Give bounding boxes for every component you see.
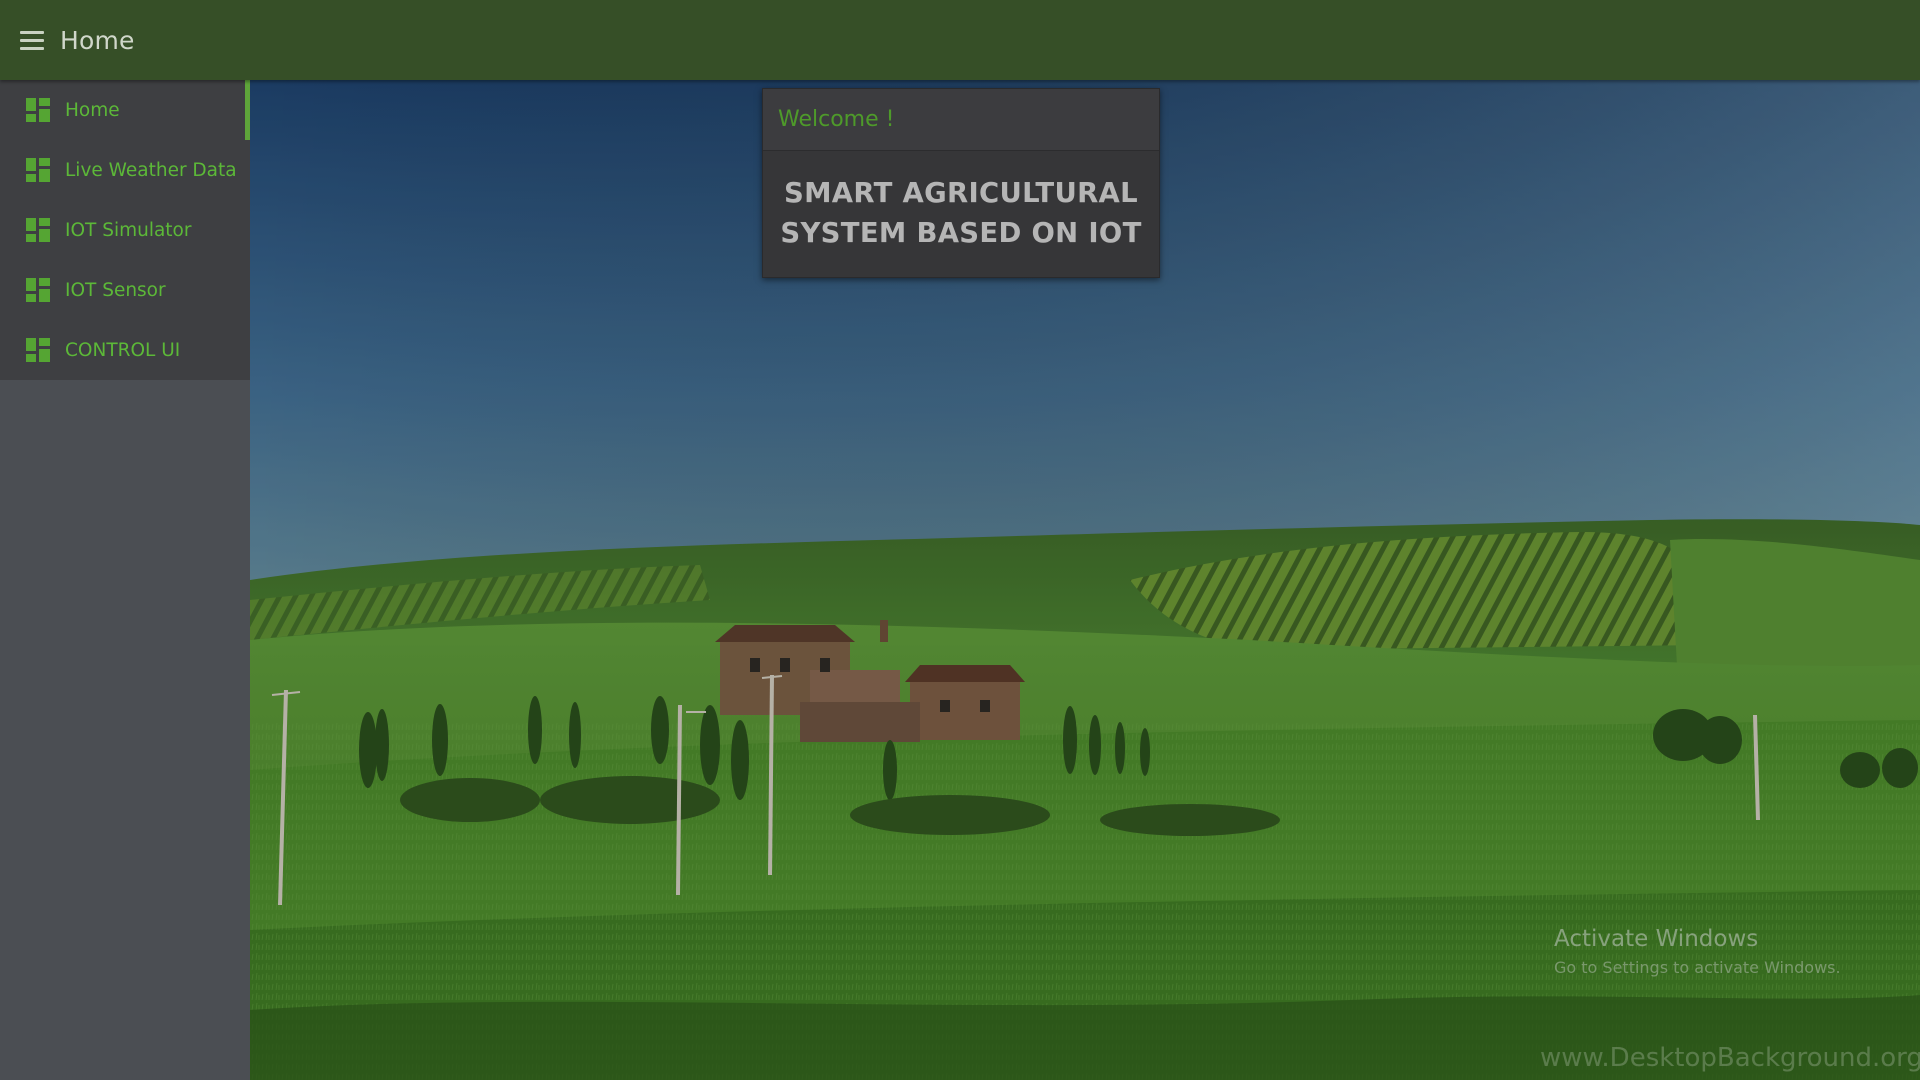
sidebar-item-label: CONTROL UI xyxy=(65,339,181,361)
sidebar-nav: Home Live Weather Data IOT Simulator IOT… xyxy=(0,80,250,380)
activate-windows-subtitle: Go to Settings to activate Windows. xyxy=(1554,958,1841,977)
sidebar-item-label: IOT Sensor xyxy=(65,279,166,301)
sidebar: Home Live Weather Data IOT Simulator IOT… xyxy=(0,80,250,1080)
activate-windows-watermark: Activate Windows Go to Settings to activ… xyxy=(1554,926,1841,977)
welcome-card-body: SMART AGRICULTURAL SYSTEM BASED ON IOT xyxy=(763,151,1159,253)
sidebar-item-label: IOT Simulator xyxy=(65,219,192,241)
sidebar-item-home[interactable]: Home xyxy=(0,80,250,140)
dashboard-icon xyxy=(26,218,50,242)
page-title: Home xyxy=(60,25,135,55)
dashboard-icon xyxy=(26,98,50,122)
hamburger-menu-icon[interactable] xyxy=(20,25,50,55)
welcome-card-header: Welcome ! xyxy=(763,89,1159,151)
dashboard-icon xyxy=(26,158,50,182)
welcome-title: Welcome ! xyxy=(778,107,895,132)
dashboard-icon xyxy=(26,278,50,302)
activate-windows-title: Activate Windows xyxy=(1554,926,1759,952)
system-title-line-2: SYSTEM BASED ON IOT xyxy=(780,217,1142,249)
sidebar-item-control-ui[interactable]: CONTROL UI xyxy=(0,320,250,380)
image-source-watermark: www.DesktopBackground.org xyxy=(1540,1043,1920,1073)
dashboard-icon xyxy=(26,338,50,362)
system-title-line-1: SMART AGRICULTURAL xyxy=(784,177,1138,209)
sidebar-item-iot-simulator[interactable]: IOT Simulator xyxy=(0,200,250,260)
sidebar-item-label: Home xyxy=(65,99,120,121)
welcome-card: Welcome ! SMART AGRICULTURAL SYSTEM BASE… xyxy=(762,88,1160,278)
sidebar-item-live-weather-data[interactable]: Live Weather Data xyxy=(0,140,250,200)
app-window: Home Home Live Weather Data IOT Simulato… xyxy=(0,0,1920,1080)
sidebar-item-label: Live Weather Data xyxy=(65,159,237,181)
sidebar-item-iot-sensor[interactable]: IOT Sensor xyxy=(0,260,250,320)
top-app-bar: Home xyxy=(0,0,1920,80)
